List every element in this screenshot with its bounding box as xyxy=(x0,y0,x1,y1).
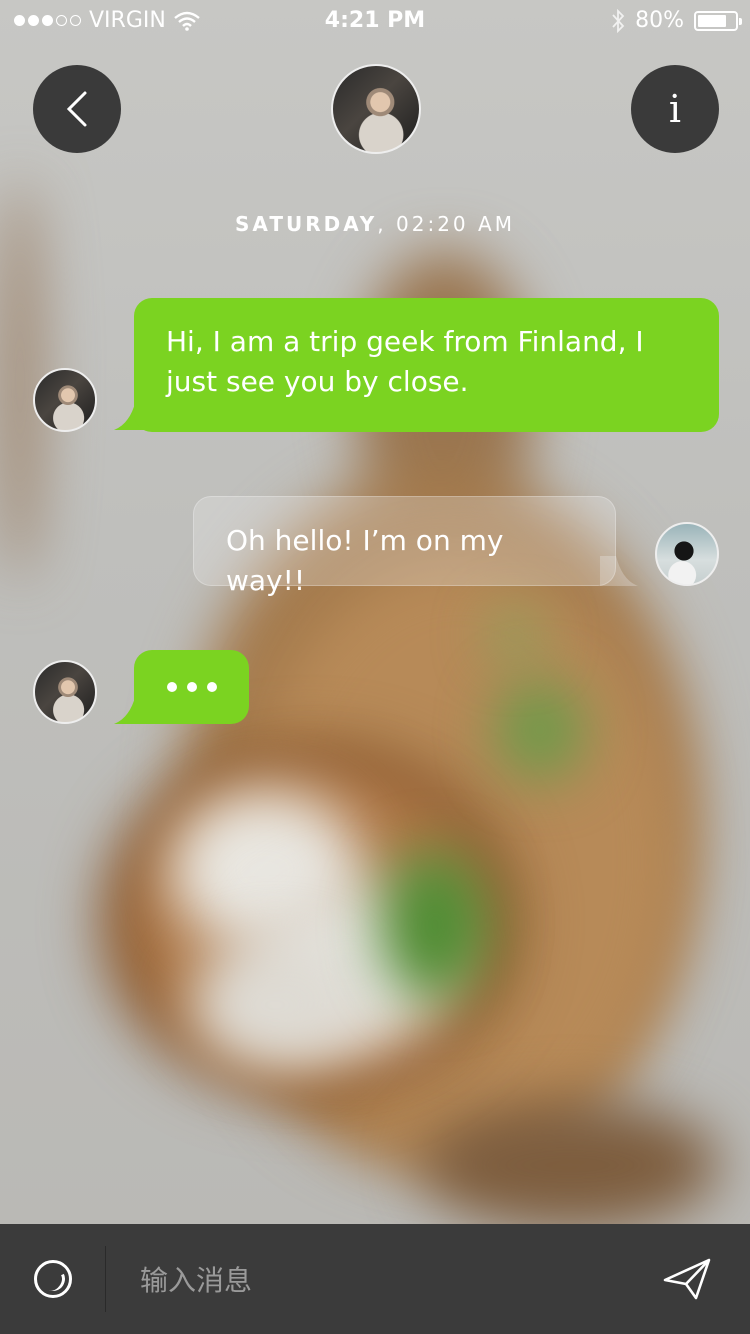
paper-plane-icon[interactable] xyxy=(662,1256,712,1302)
message-text: Hi, I am a trip geek from Finland, I jus… xyxy=(166,325,644,398)
chevron-left-icon xyxy=(66,91,87,127)
date-day: SATURDAY xyxy=(235,212,378,236)
date-time: , 02:20 AM xyxy=(377,212,515,236)
background-photo xyxy=(0,0,750,1334)
contact-avatar[interactable] xyxy=(331,64,421,154)
bluetooth-icon xyxy=(612,8,625,33)
info-button[interactable]: i xyxy=(631,65,719,153)
date-separator: SATURDAY, 02:20 AM xyxy=(0,212,750,236)
smiley-icon[interactable] xyxy=(34,1260,72,1298)
typing-indicator xyxy=(134,650,249,724)
message-composer xyxy=(0,1224,750,1334)
sender-avatar[interactable] xyxy=(33,660,97,724)
composer-divider xyxy=(105,1246,106,1312)
info-icon: i xyxy=(668,87,682,131)
message-input[interactable] xyxy=(138,1254,622,1306)
battery-percent: 80% xyxy=(635,8,684,33)
status-bar: VIRGIN 4:21 PM 80% xyxy=(0,0,750,42)
typing-dot xyxy=(186,682,197,692)
my-avatar[interactable] xyxy=(655,522,719,586)
message-bubble-outgoing[interactable]: Oh hello! I’m on my way!! xyxy=(193,496,616,597)
sender-avatar[interactable] xyxy=(33,368,97,432)
back-button[interactable] xyxy=(33,65,121,153)
battery-icon xyxy=(694,10,742,31)
typing-dot xyxy=(206,682,217,692)
message-bubble-incoming[interactable]: Hi, I am a trip geek from Finland, I jus… xyxy=(134,298,719,432)
typing-dot xyxy=(166,682,177,692)
